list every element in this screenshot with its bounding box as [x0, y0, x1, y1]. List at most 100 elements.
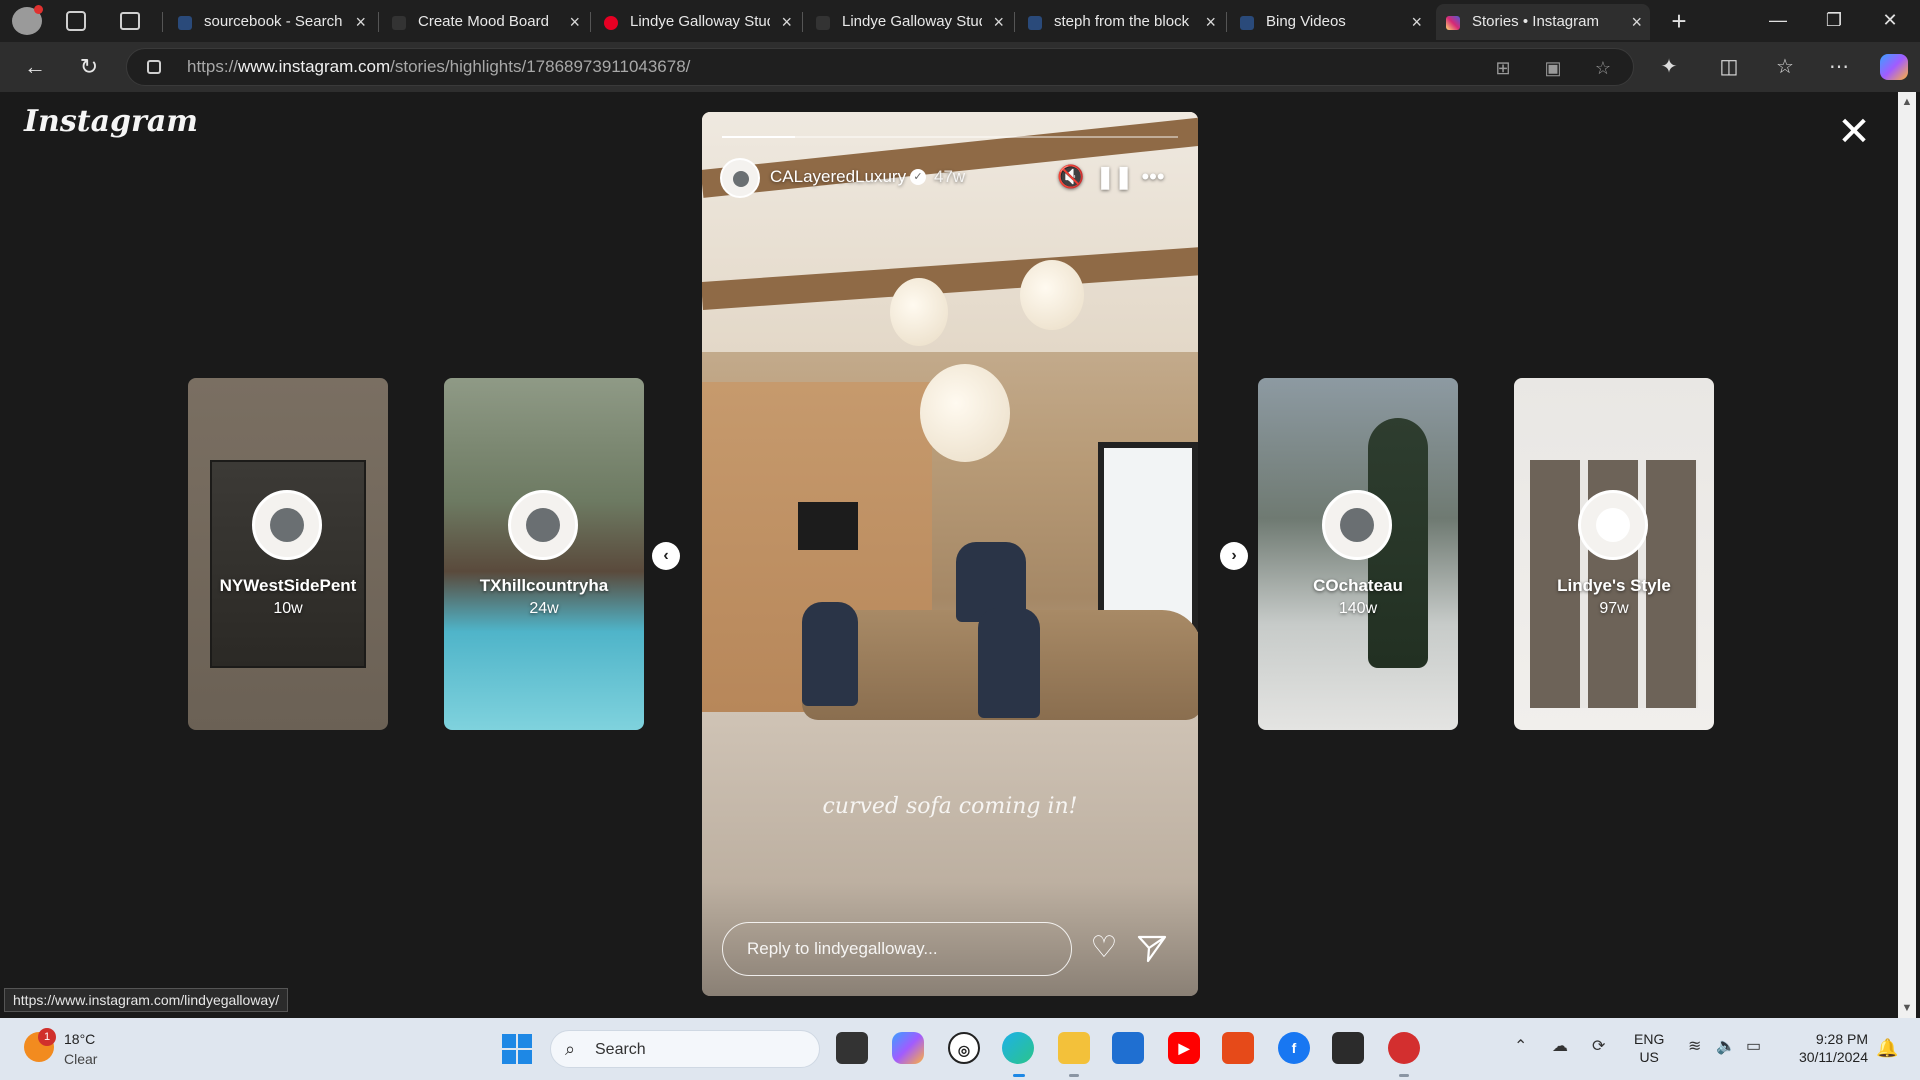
like-heart-icon[interactable]: ♡	[1088, 932, 1120, 964]
copilot-icon[interactable]	[1880, 54, 1908, 80]
reply-input-container	[722, 922, 1072, 976]
favorites-icon[interactable]: ☆	[1772, 54, 1798, 80]
preview-name: NYWestSidePent	[219, 576, 357, 595]
tab-sourcebook[interactable]: sourcebook - Search ×	[168, 4, 374, 40]
split-screen-icon[interactable]: ◫	[1716, 54, 1742, 80]
address-url[interactable]: https://www.instagram.com/stories/highli…	[187, 49, 690, 85]
story-age: 47w	[934, 167, 966, 186]
avatar	[252, 490, 322, 560]
tab-lindye-studio[interactable]: Lindye Galloway Stud ×	[806, 4, 1012, 40]
tab-title: Lindye Galloway Stud	[842, 13, 982, 30]
close-tab-icon[interactable]: ×	[1631, 4, 1642, 40]
url-host: www.instagram.com	[238, 57, 391, 76]
instagram-logo[interactable]: Instagram	[24, 104, 198, 139]
tab-mood-board[interactable]: Create Mood Board ×	[382, 4, 588, 40]
restore-button[interactable]: ❐	[1806, 0, 1862, 40]
language-indicator[interactable]: ENG US	[1634, 1030, 1664, 1066]
close-tab-icon[interactable]: ×	[569, 4, 580, 40]
lock-icon[interactable]	[147, 60, 161, 74]
tab-separator	[802, 12, 803, 32]
story-image-person	[978, 608, 1040, 718]
close-tab-icon[interactable]: ×	[781, 4, 792, 40]
active-story[interactable]: CALayeredLuxury ✓ 47w 🔇 ❚❚ ••• curved so…	[702, 112, 1198, 996]
story-preview-nywestsidepent[interactable]: NYWestSidePent 10w	[188, 378, 388, 730]
close-tab-icon[interactable]: ×	[355, 4, 366, 40]
mute-icon[interactable]: 🔇	[1056, 162, 1086, 192]
weather-temperature[interactable]: 18°C	[64, 1031, 95, 1047]
notification-bell-icon[interactable]: 🔔	[1876, 1038, 1898, 1059]
system-clock[interactable]: 9:28 PM 30/11/2024	[1786, 1030, 1868, 1066]
vertical-tabs-icon[interactable]	[120, 12, 140, 30]
tab-instagram-stories[interactable]: Stories • Instagram ×	[1436, 4, 1650, 40]
weather-condition[interactable]: Clear	[64, 1051, 97, 1067]
link-status-bar: https://www.instagram.com/lindyegalloway…	[4, 988, 289, 1012]
start-button[interactable]	[502, 1034, 532, 1064]
copilot-app-icon[interactable]	[892, 1032, 924, 1064]
sync-icon[interactable]: ⟳	[1592, 1036, 1605, 1056]
workspaces-icon[interactable]	[66, 11, 86, 31]
office-icon[interactable]	[1222, 1032, 1254, 1064]
mcafee-icon[interactable]	[1388, 1032, 1420, 1064]
next-story-button[interactable]: ›	[1220, 542, 1248, 570]
tab-title: Lindye Galloway Stud	[630, 13, 770, 30]
search-icon: ⌕	[565, 1039, 576, 1059]
tab-separator	[590, 12, 591, 32]
onedrive-icon[interactable]: ☁	[1552, 1036, 1568, 1056]
story-preview-cochateau[interactable]: COchateau 140w	[1258, 378, 1458, 730]
battery-icon[interactable]: ▭	[1746, 1036, 1761, 1056]
pinterest-icon	[604, 16, 618, 30]
wifi-icon[interactable]: ≋	[1688, 1036, 1701, 1056]
favorite-star-icon[interactable]: ☆	[1593, 58, 1613, 78]
story-preview-lindyes-style[interactable]: Lindye's Style 97w	[1514, 378, 1714, 730]
story-image-tv	[798, 502, 858, 550]
dell-icon[interactable]: ◎	[948, 1032, 980, 1064]
edge-icon[interactable]	[1002, 1032, 1034, 1064]
tab-title: steph from the block	[1054, 13, 1190, 30]
send-icon[interactable]	[1136, 932, 1168, 964]
more-options-icon[interactable]: ⋯	[1826, 54, 1852, 80]
address-bar[interactable]: https://www.instagram.com/stories/highli…	[126, 48, 1634, 86]
story-author-avatar[interactable]	[720, 158, 760, 198]
facebook-icon[interactable]: f	[1278, 1032, 1310, 1064]
close-window-button[interactable]: ✕	[1862, 0, 1918, 40]
immersive-reader-icon[interactable]: ▣	[1543, 58, 1563, 78]
volume-icon[interactable]: 🔈	[1716, 1036, 1736, 1056]
page-scrollbar[interactable]: ▲ ▼	[1898, 92, 1916, 1018]
reply-input[interactable]	[723, 923, 1071, 975]
tab-bing-videos[interactable]: Bing Videos ×	[1230, 4, 1430, 40]
browser-tab-strip: sourcebook - Search × Create Mood Board …	[0, 0, 1920, 42]
close-viewer-icon[interactable]: ✕	[1834, 112, 1874, 152]
show-hidden-icons-icon[interactable]: ⌃	[1514, 1036, 1527, 1056]
refresh-button[interactable]: ↻	[72, 50, 106, 84]
task-view-icon[interactable]	[836, 1032, 868, 1064]
story-preview-txhillcountryha[interactable]: TXhillcountryha 24w	[444, 378, 644, 730]
app-available-icon[interactable]: ⊞	[1493, 58, 1513, 78]
close-tab-icon[interactable]: ×	[993, 4, 1004, 40]
new-tab-button[interactable]: +	[1664, 4, 1694, 38]
file-explorer-icon[interactable]	[1058, 1032, 1090, 1064]
tab-lindye-pinterest[interactable]: Lindye Galloway Stud ×	[594, 4, 800, 40]
scroll-up-icon[interactable]: ▲	[1901, 96, 1913, 108]
close-tab-icon[interactable]: ×	[1205, 4, 1216, 40]
extensions-icon[interactable]: ✦	[1656, 54, 1682, 80]
taskbar-search[interactable]: ⌕ Search	[550, 1030, 820, 1068]
close-tab-icon[interactable]: ×	[1411, 4, 1422, 40]
back-button[interactable]: ←	[18, 50, 52, 84]
media-app-icon[interactable]	[1332, 1032, 1364, 1064]
preview-age: 24w	[529, 600, 559, 617]
explorer-running-indicator	[1069, 1074, 1079, 1077]
minimize-button[interactable]: —	[1750, 0, 1806, 40]
story-author-name[interactable]: CALayeredLuxury	[770, 167, 906, 187]
story-progress-fill	[722, 136, 795, 138]
profile-notification-dot	[34, 5, 43, 14]
tab-separator	[1014, 12, 1015, 32]
scroll-down-icon[interactable]: ▼	[1901, 1002, 1913, 1014]
microsoft-store-icon[interactable]	[1112, 1032, 1144, 1064]
more-options-icon[interactable]: •••	[1138, 162, 1168, 192]
tab-steph[interactable]: steph from the block ×	[1018, 4, 1224, 40]
previous-story-button[interactable]: ‹	[652, 542, 680, 570]
tab-title: Stories • Instagram	[1472, 13, 1599, 30]
pause-icon[interactable]: ❚❚	[1096, 162, 1133, 192]
youtube-icon[interactable]: ▶	[1168, 1032, 1200, 1064]
app-running-indicator	[1399, 1074, 1409, 1077]
